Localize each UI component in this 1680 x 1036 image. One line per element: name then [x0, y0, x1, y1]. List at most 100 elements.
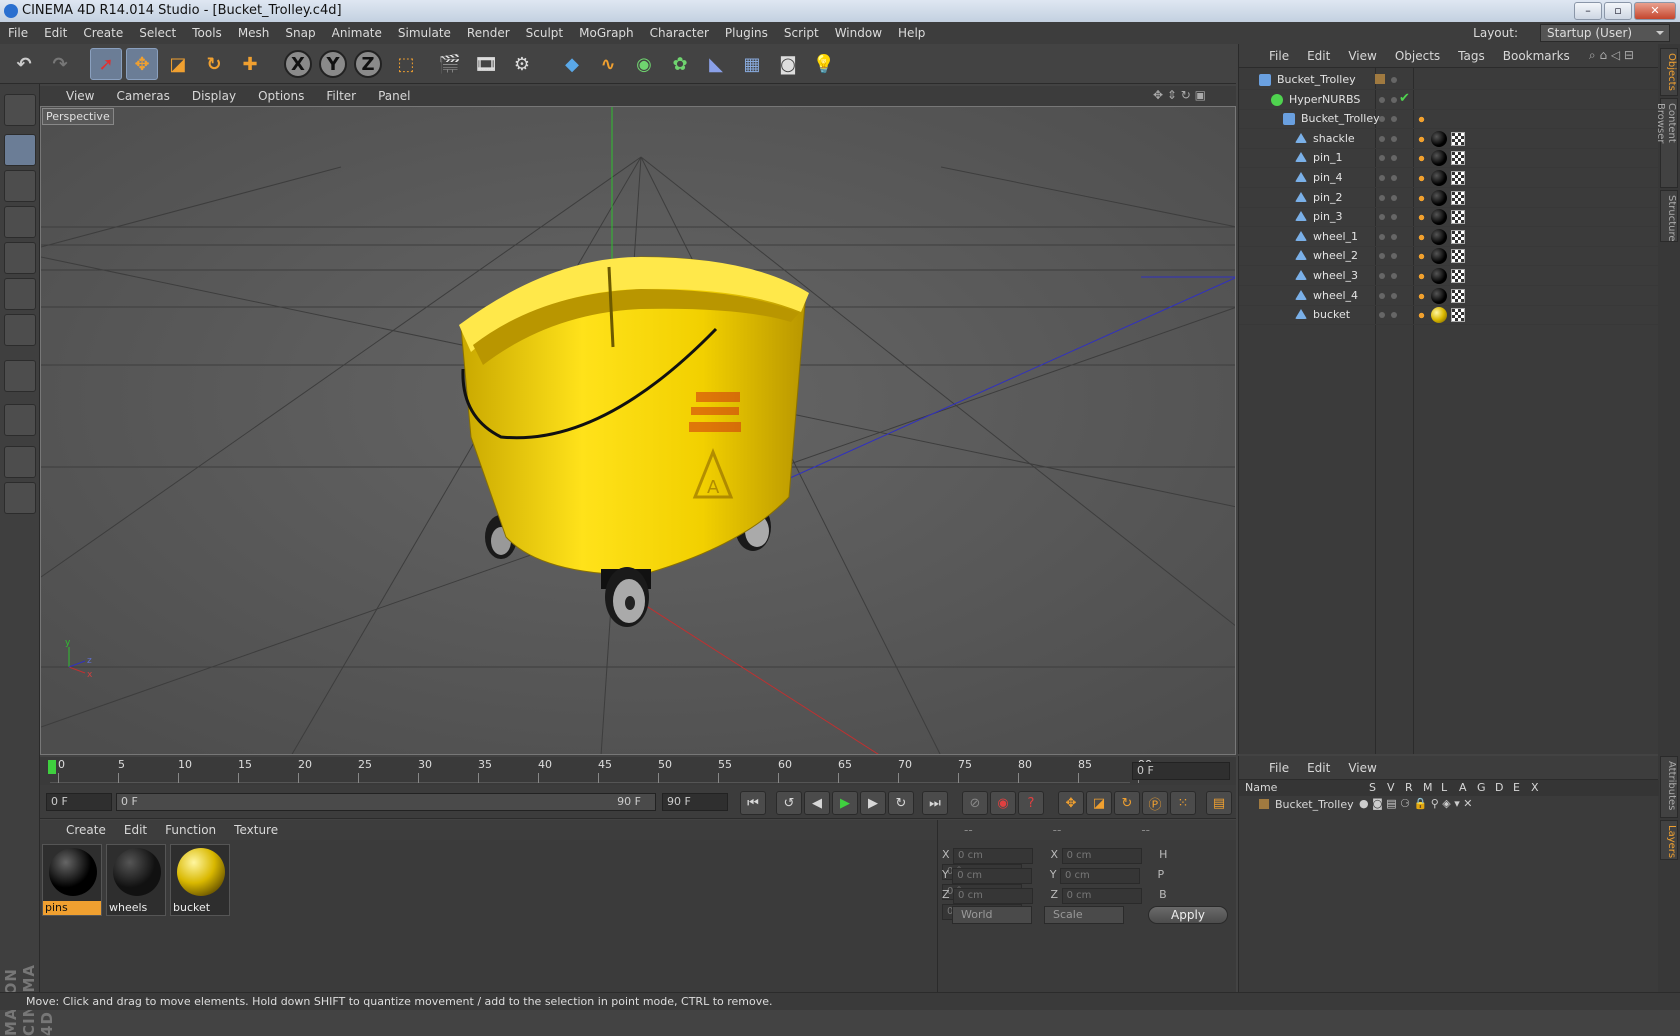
- menu-select[interactable]: Select: [139, 26, 176, 40]
- object-row[interactable]: Bucket_Trolley: [1239, 70, 1659, 90]
- uvw-tag-icon[interactable]: [1451, 171, 1465, 185]
- object-menu-bookmarks[interactable]: Bookmarks: [1503, 49, 1570, 63]
- viewport-menu-filter[interactable]: Filter: [326, 89, 356, 103]
- layer-dot-icon[interactable]: [1379, 253, 1385, 260]
- recent-tools-icon[interactable]: ✚: [234, 48, 266, 80]
- goto-end-icon[interactable]: ⏭: [922, 791, 948, 815]
- light-icon[interactable]: 💡: [808, 48, 840, 80]
- layer-dot-icon[interactable]: [1379, 312, 1385, 319]
- layer-dot-icon[interactable]: [1379, 116, 1385, 123]
- menu-file[interactable]: File: [8, 26, 28, 40]
- object-name[interactable]: pin_1: [1313, 151, 1343, 164]
- object-name[interactable]: pin_2: [1313, 191, 1343, 204]
- object-menu-view[interactable]: View: [1348, 49, 1376, 63]
- z-axis-lock-button[interactable]: Z: [354, 50, 382, 78]
- position-y-field[interactable]: 0 cm: [952, 868, 1033, 884]
- material-tag-icon[interactable]: [1431, 268, 1447, 284]
- polygons-mode-icon[interactable]: [4, 314, 36, 346]
- position-x-field[interactable]: 0 cm: [953, 848, 1034, 864]
- object-row[interactable]: pin_3: [1239, 207, 1659, 228]
- uvw-tag-icon[interactable]: [1451, 249, 1465, 264]
- phong-tag-icon[interactable]: [1417, 232, 1426, 242]
- live-selection-icon[interactable]: ➚: [90, 48, 122, 80]
- size-x-field[interactable]: 0 cm: [1061, 848, 1142, 864]
- visibility-dot-icon[interactable]: [1391, 194, 1397, 201]
- uvw-tag-icon[interactable]: [1451, 308, 1465, 323]
- coord-mode-dropdown[interactable]: Scale: [1044, 906, 1124, 924]
- nurbs-icon[interactable]: ◉: [628, 48, 660, 80]
- visibility-dot-icon[interactable]: [1391, 214, 1397, 221]
- menu-render[interactable]: Render: [467, 26, 510, 40]
- close-button[interactable]: ✕: [1634, 2, 1676, 20]
- floor-scene-icon[interactable]: ▦: [736, 48, 768, 80]
- uvw-tag-icon[interactable]: [1451, 131, 1465, 146]
- material-tag-icon[interactable]: [1431, 209, 1447, 226]
- key-scale-icon[interactable]: ◪: [1086, 791, 1112, 815]
- tab-content-browser[interactable]: Content Browser: [1655, 98, 1678, 188]
- time-range-slider[interactable]: 0 F 90 F: [116, 793, 656, 811]
- play-icon[interactable]: ▶: [832, 791, 858, 815]
- object-name[interactable]: Bucket_Trolley: [1301, 112, 1380, 125]
- layer-dot-icon[interactable]: [1379, 175, 1385, 181]
- object-name[interactable]: pin_4: [1313, 171, 1343, 184]
- phong-tag-icon[interactable]: [1417, 252, 1426, 262]
- object-name[interactable]: wheel_3: [1313, 269, 1358, 282]
- object-name[interactable]: wheel_2: [1313, 249, 1358, 262]
- layer-dot-icon[interactable]: [1379, 155, 1385, 162]
- render-settings-icon[interactable]: ⚙: [506, 48, 538, 80]
- goto-start-icon[interactable]: ⏮: [740, 791, 766, 815]
- visibility-dot-icon[interactable]: [1391, 96, 1397, 103]
- timeline-window-icon[interactable]: ▤: [1206, 791, 1232, 815]
- menu-edit[interactable]: Edit: [44, 26, 67, 40]
- timeline-ruler[interactable]: 051015202530354045505560657075808590 0 F: [40, 757, 1236, 785]
- snapping-magnet-icon[interactable]: [4, 404, 36, 436]
- object-row[interactable]: pin_1: [1239, 148, 1659, 169]
- visibility-dot-icon[interactable]: [1391, 175, 1397, 181]
- layer-tag-icon[interactable]: [1375, 74, 1385, 84]
- object-name[interactable]: Bucket_Trolley: [1277, 73, 1356, 86]
- maximize-button[interactable]: ▫: [1604, 2, 1632, 20]
- perspective-viewport[interactable]: A y z x: [40, 106, 1236, 755]
- material-menu-edit[interactable]: Edit: [124, 823, 147, 837]
- object-row[interactable]: Bucket_Trolley: [1239, 109, 1659, 130]
- visibility-dot-icon[interactable]: [1391, 77, 1397, 83]
- viewport-menu-options[interactable]: Options: [258, 89, 304, 103]
- object-name[interactable]: shackle: [1313, 132, 1355, 145]
- object-search-icon[interactable]: ⌕ ⌂ ◁ ⊟: [1589, 48, 1634, 63]
- visibility-dot-icon[interactable]: [1391, 273, 1397, 279]
- render-view-icon[interactable]: 🎬: [434, 48, 466, 80]
- undo-icon[interactable]: ↶: [8, 48, 40, 80]
- object-row[interactable]: wheel_3: [1239, 266, 1659, 286]
- coord-space-dropdown[interactable]: World: [952, 906, 1032, 924]
- material-menu-create[interactable]: Create: [66, 823, 106, 837]
- tab-structure[interactable]: Structure: [1660, 190, 1678, 242]
- menu-animate[interactable]: Animate: [332, 26, 382, 40]
- uvw-tag-icon[interactable]: [1451, 210, 1465, 225]
- current-frame-field[interactable]: 0 F: [1132, 762, 1230, 780]
- object-name[interactable]: wheel_4: [1313, 289, 1358, 302]
- visibility-dot-icon[interactable]: [1391, 116, 1397, 123]
- layer-menu-file[interactable]: File: [1269, 761, 1289, 775]
- object-row[interactable]: shackle: [1239, 129, 1659, 149]
- material-tag-icon[interactable]: [1431, 287, 1447, 304]
- phong-tag-icon[interactable]: [1417, 272, 1426, 281]
- apply-button[interactable]: Apply: [1148, 906, 1228, 924]
- points-mode-icon[interactable]: [4, 242, 36, 274]
- keyframe-selection-icon[interactable]: ?: [1018, 791, 1044, 815]
- material-tag-icon[interactable]: [1431, 170, 1447, 186]
- uvw-tag-icon[interactable]: [1451, 288, 1465, 303]
- material-tag-icon[interactable]: [1431, 307, 1447, 324]
- object-menu-file[interactable]: File: [1269, 49, 1289, 63]
- visibility-dot-icon[interactable]: [1391, 312, 1397, 319]
- texture-mode-icon[interactable]: [4, 170, 36, 202]
- object-menu-tags[interactable]: Tags: [1458, 49, 1485, 63]
- layer-dot-icon[interactable]: [1379, 96, 1385, 103]
- spline-pen-icon[interactable]: ∿: [592, 48, 624, 80]
- viewport-menu-display[interactable]: Display: [192, 89, 236, 103]
- phong-tag-icon[interactable]: [1417, 174, 1426, 183]
- visibility-dot-icon[interactable]: [1391, 135, 1397, 142]
- prev-frame-icon[interactable]: ◀: [804, 791, 830, 815]
- material-swatch-bucket[interactable]: bucket: [170, 844, 230, 916]
- menu-script[interactable]: Script: [784, 26, 819, 40]
- start-frame-field[interactable]: 0 F: [46, 793, 112, 811]
